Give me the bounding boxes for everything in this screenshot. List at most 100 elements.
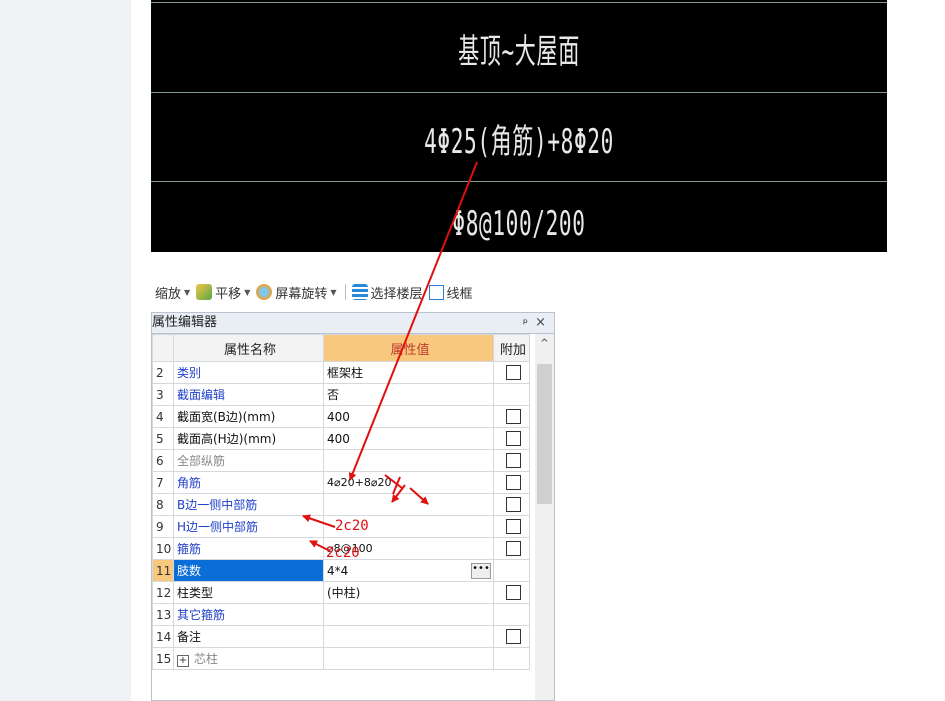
table-row[interactable]: 14 备注	[152, 625, 530, 648]
extra-checkbox[interactable]	[505, 453, 521, 468]
expand-plus-icon[interactable]: +	[177, 655, 189, 667]
row-number: 4	[152, 405, 174, 428]
property-name-cell[interactable]: + 芯柱	[173, 647, 324, 670]
table-row[interactable]: 13 其它箍筋	[152, 603, 530, 626]
cad-text-floor-range: 基顶~大屋面	[458, 32, 580, 72]
row-number: 12	[152, 581, 174, 604]
extra-checkbox[interactable]	[505, 497, 521, 512]
property-name[interactable]: 截面编辑	[173, 383, 324, 406]
property-value[interactable]	[323, 625, 494, 648]
table-row[interactable]: 12 柱类型 (中柱)	[152, 581, 530, 604]
row-number: 5	[152, 427, 174, 450]
annotation-b-side: 2c20	[335, 518, 369, 534]
select-floor-button[interactable]: 选择楼层	[351, 283, 423, 302]
extra-checkbox[interactable]	[505, 409, 521, 424]
cad-table-line	[151, 2, 887, 3]
property-name[interactable]: 截面宽(B边)(mm)	[173, 405, 324, 428]
wireframe-label: 线框	[446, 286, 473, 302]
cad-table-line	[151, 92, 887, 93]
extra-checkbox[interactable]	[505, 629, 521, 644]
wireframe-button[interactable]: 线框	[428, 283, 473, 302]
property-grid: 属性名称 属性值 附加 2 类别 框架柱 3 截面编辑 否 4 截面宽(B边)(…	[152, 334, 530, 670]
property-value[interactable]: 否	[323, 383, 494, 406]
column-header-name[interactable]: 属性名称	[173, 334, 324, 362]
column-header-value[interactable]: 属性值	[323, 334, 494, 362]
rotate-label: 屏幕旋转	[275, 286, 328, 302]
property-name[interactable]: 柱类型	[173, 581, 324, 604]
extra-cell	[493, 625, 530, 648]
table-row[interactable]: 3 截面编辑 否	[152, 383, 530, 406]
property-name[interactable]: 类别	[173, 361, 324, 384]
extra-cell	[493, 603, 530, 626]
table-row[interactable]: 2 类别 框架柱	[152, 361, 530, 384]
cad-drawing-viewport[interactable]: 基顶~大屋面 4Φ25(角筋)+8Φ20 Φ8@100/200	[151, 0, 887, 252]
row-number: 10	[152, 537, 174, 560]
property-value: 4*4	[327, 563, 349, 578]
row-number: 3	[152, 383, 174, 406]
row-number: 8	[152, 493, 174, 516]
table-row-selected[interactable]: 11 肢数 4*4 •••	[152, 559, 530, 582]
property-value[interactable]: 4⌀20+8⌀20	[323, 471, 494, 494]
property-name[interactable]: 箍筋	[173, 537, 324, 560]
row-number: 15	[152, 647, 174, 670]
property-name[interactable]: 截面高(H边)(mm)	[173, 427, 324, 450]
table-row[interactable]: 7 角筋 4⌀20+8⌀20	[152, 471, 530, 494]
cad-text-longitudinal-rebar: 4Φ25(角筋)+8Φ20	[424, 122, 614, 162]
row-number: 14	[152, 625, 174, 648]
toolbar: 缩放 ▼ 平移 ▼ 屏幕旋转 ▼ 选择楼层 线框	[151, 277, 555, 307]
extra-checkbox[interactable]	[505, 585, 521, 600]
pin-icon[interactable]: ᵖ	[523, 313, 528, 333]
pan-button[interactable]: 平移 ▼	[196, 283, 250, 302]
property-value[interactable]	[323, 647, 494, 670]
column-header-extra[interactable]: 附加	[493, 334, 530, 362]
table-row[interactable]: 4 截面宽(B边)(mm) 400	[152, 405, 530, 428]
table-row[interactable]: 15 + 芯柱	[152, 647, 530, 670]
ellipsis-button[interactable]: •••	[471, 563, 491, 579]
extra-cell	[493, 537, 530, 560]
property-name[interactable]: 其它箍筋	[173, 603, 324, 626]
property-value[interactable]	[323, 493, 494, 516]
extra-checkbox[interactable]	[505, 365, 521, 380]
row-number: 6	[152, 449, 174, 472]
select-floor-label: 选择楼层	[370, 286, 423, 302]
hand-pan-icon	[196, 284, 213, 300]
table-row[interactable]: 5 截面高(H边)(mm) 400	[152, 427, 530, 450]
property-value[interactable]: 400	[323, 405, 494, 428]
row-number-header	[152, 334, 174, 362]
close-icon[interactable]: ×	[535, 313, 546, 333]
annotation-h-side: 2c20	[326, 545, 360, 561]
rotate-icon	[256, 284, 273, 300]
property-name[interactable]: 角筋	[173, 471, 324, 494]
scrollbar-thumb[interactable]	[537, 364, 552, 504]
chevron-down-icon: ▼	[244, 287, 251, 297]
property-value[interactable]	[323, 603, 494, 626]
extra-checkbox[interactable]	[505, 541, 521, 556]
extra-cell	[493, 427, 530, 450]
property-value[interactable]	[323, 449, 494, 472]
table-row[interactable]: 6 全部纵筋	[152, 449, 530, 472]
property-name[interactable]: H边一侧中部筋	[173, 515, 324, 538]
rotate-screen-button[interactable]: 屏幕旋转 ▼	[256, 283, 337, 302]
zoom-button[interactable]: 缩放 ▼	[155, 283, 190, 302]
property-value[interactable]: 400	[323, 427, 494, 450]
chevron-down-icon: ▼	[184, 287, 191, 297]
extra-checkbox[interactable]	[505, 475, 521, 490]
extra-checkbox[interactable]	[505, 431, 521, 446]
property-name[interactable]: B边一侧中部筋	[173, 493, 324, 516]
table-row[interactable]: 8 B边一侧中部筋	[152, 493, 530, 516]
scroll-up-icon[interactable]: ^	[535, 338, 554, 349]
extra-cell	[493, 515, 530, 538]
toolbar-divider	[344, 284, 346, 300]
property-value-cell[interactable]: 4*4 •••	[323, 559, 494, 582]
extra-checkbox[interactable]	[505, 519, 521, 534]
property-name[interactable]: 备注	[173, 625, 324, 648]
property-name[interactable]: 全部纵筋	[173, 449, 324, 472]
extra-cell	[493, 559, 530, 582]
grid-header-row: 属性名称 属性值 附加	[152, 334, 530, 362]
property-value[interactable]: 框架柱	[323, 361, 494, 384]
extra-cell	[493, 449, 530, 472]
property-value[interactable]: (中柱)	[323, 581, 494, 604]
vertical-scrollbar[interactable]: ^	[535, 334, 554, 700]
property-name[interactable]: 肢数	[173, 559, 324, 582]
extra-cell	[493, 493, 530, 516]
